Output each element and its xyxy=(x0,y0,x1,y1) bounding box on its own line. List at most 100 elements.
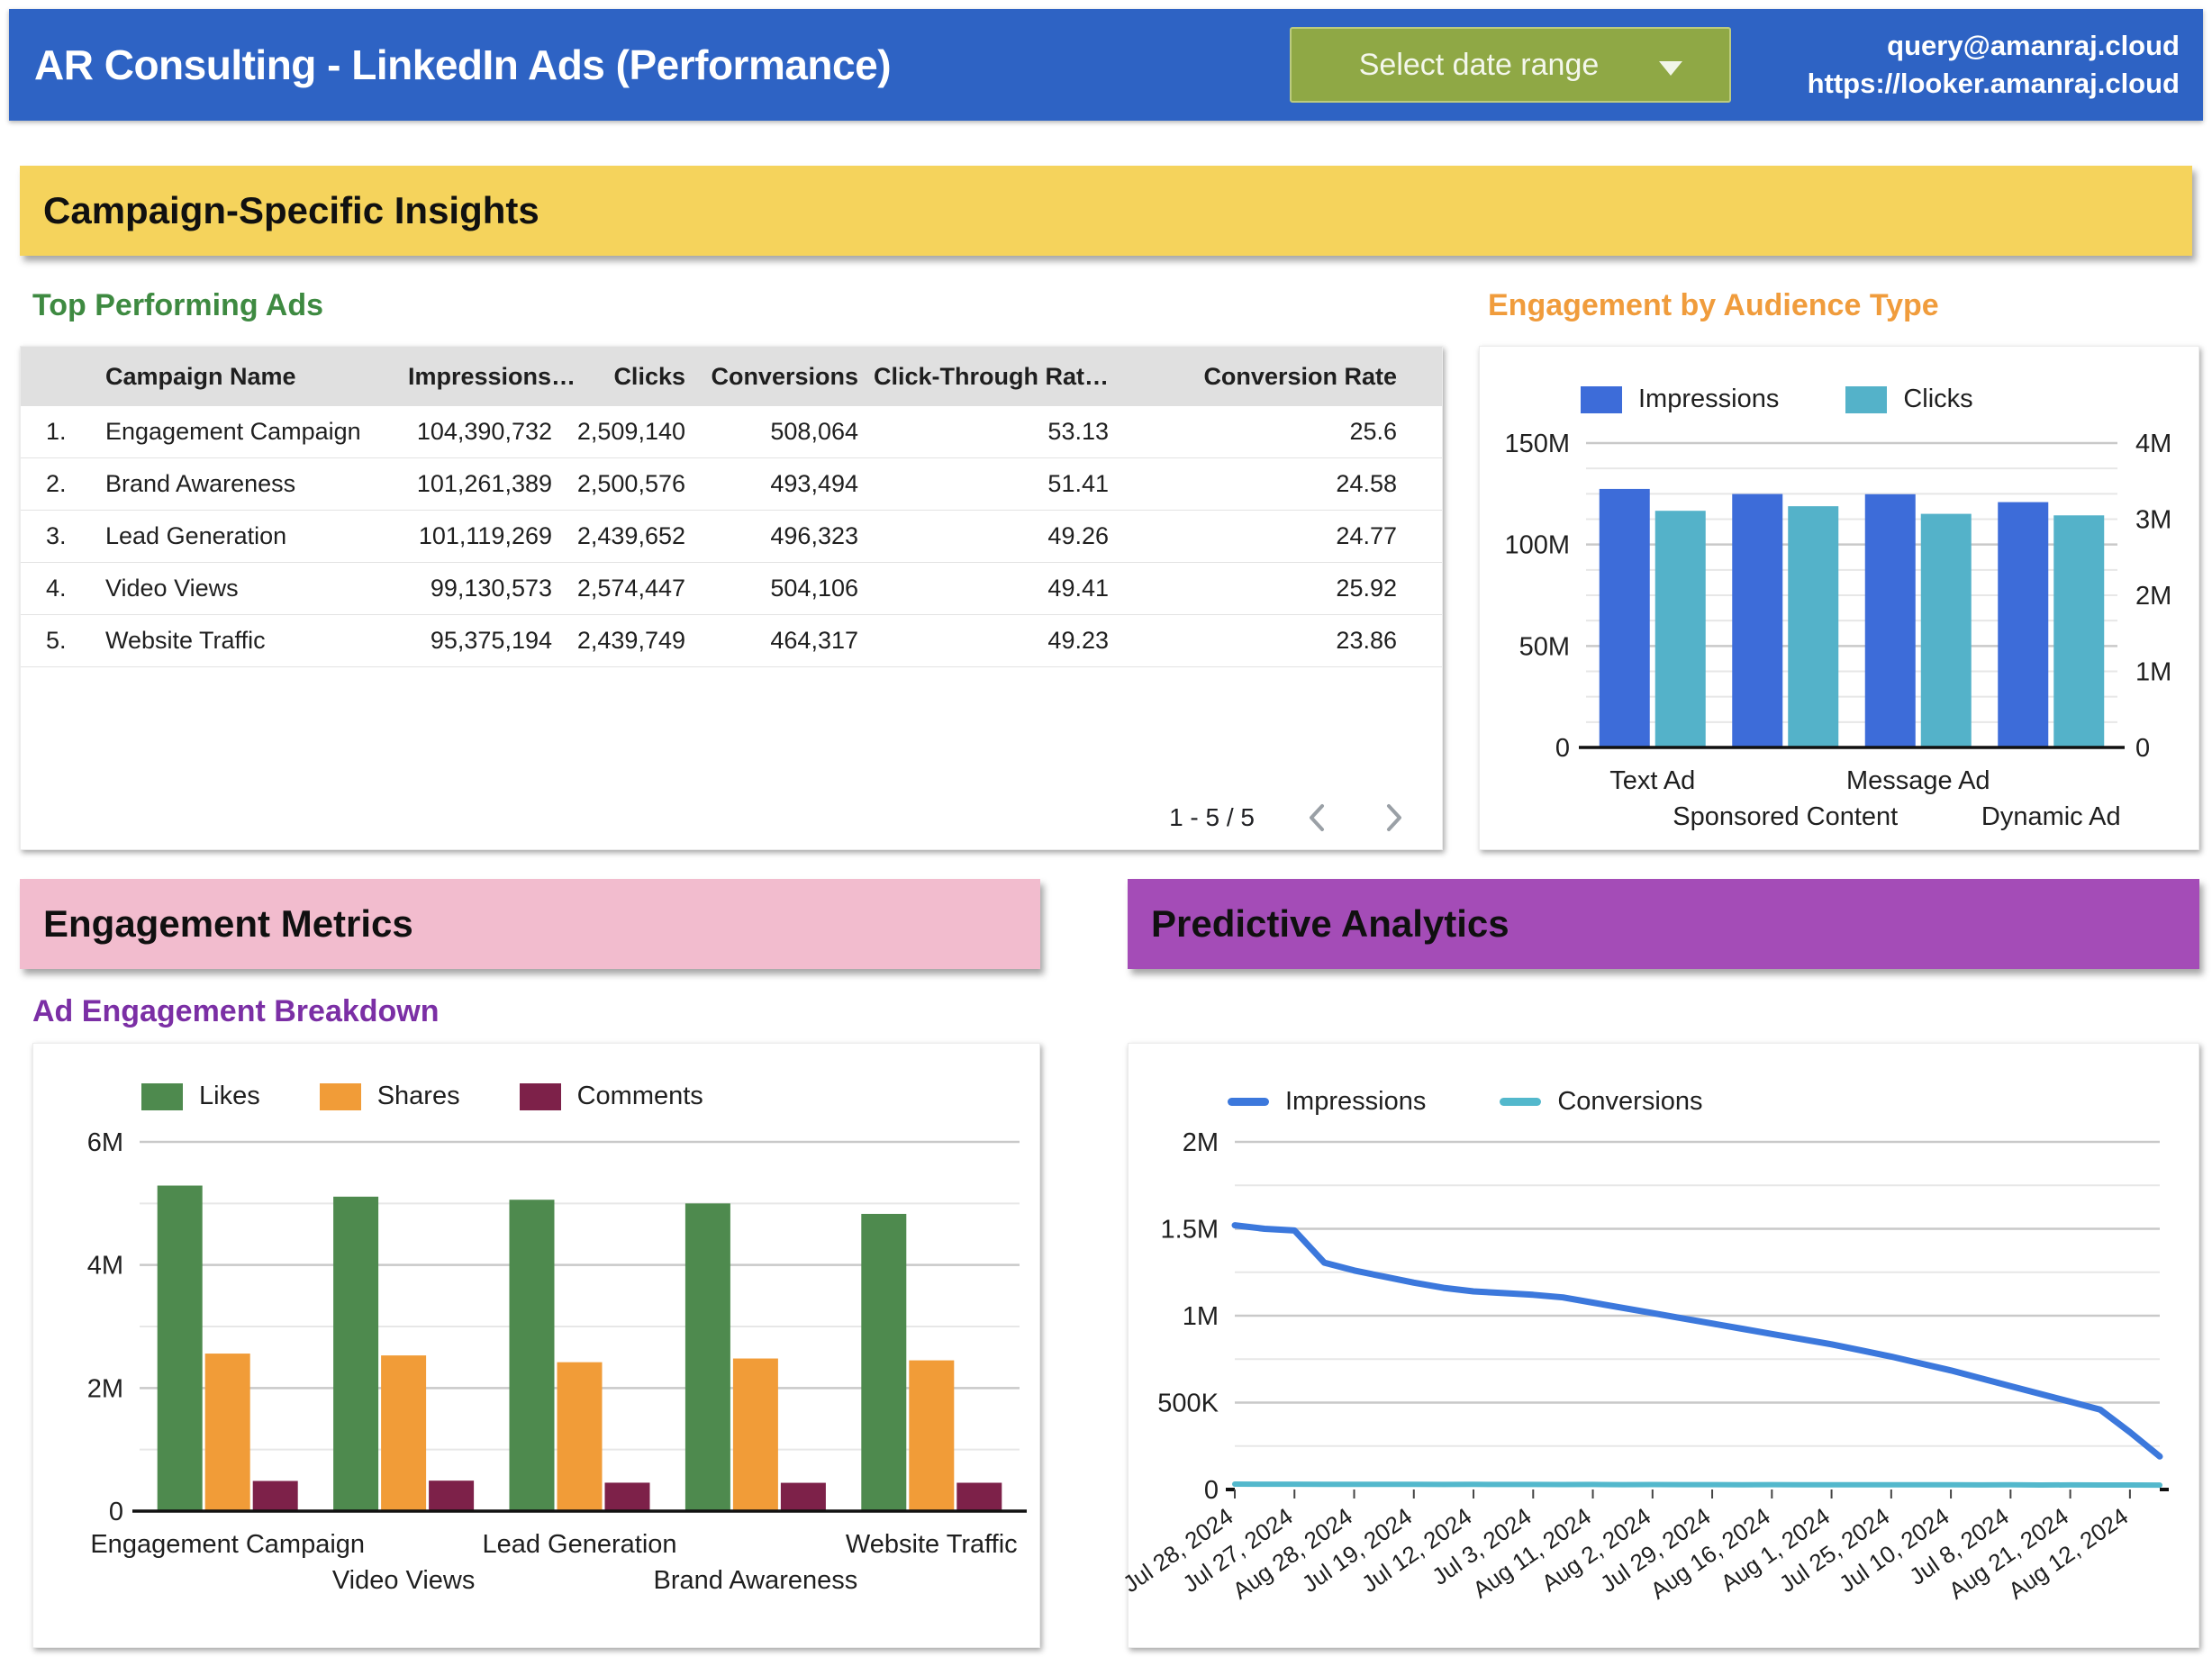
impressions-cell: 95,375,194 xyxy=(408,627,552,655)
svg-text:1M: 1M xyxy=(1183,1302,1219,1331)
impressions-cell: 101,119,269 xyxy=(408,522,552,550)
conversion-rate-cell: 24.58 xyxy=(1109,470,1424,498)
section-banner-engagement: Engagement Metrics xyxy=(20,879,1040,969)
chevron-down-icon xyxy=(1659,61,1682,76)
table-title: Top Performing Ads xyxy=(32,288,323,323)
svg-text:1M: 1M xyxy=(2135,658,2171,687)
bar-impressions-0 xyxy=(1600,489,1650,747)
row-number: 5. xyxy=(39,627,105,655)
section-banner-engagement-label: Engagement Metrics xyxy=(43,902,413,946)
legend-swatch xyxy=(320,1083,361,1110)
audience-chart: 050M100M150M01M2M3M4MText AdSponsored Co… xyxy=(1480,420,2200,843)
table-header-row: Campaign NameImpressions…ClicksConversio… xyxy=(21,347,1442,406)
bar-likes-0 xyxy=(158,1186,203,1511)
legend-item-likes: Likes xyxy=(141,1082,260,1111)
legend-label: Shares xyxy=(377,1082,460,1111)
bar-shares-4 xyxy=(909,1361,954,1511)
table-row[interactable]: 2.Brand Awareness101,261,3892,500,576493… xyxy=(21,458,1442,511)
bar-shares-3 xyxy=(733,1359,778,1511)
clicks-cell: 2,509,140 xyxy=(552,418,685,446)
svg-text:2M: 2M xyxy=(2135,582,2171,611)
legend-swatch xyxy=(1581,386,1622,413)
bar-shares-0 xyxy=(205,1354,250,1511)
predictive-chart: 0500K1M1.5M2MJul 28, 2024Jul 27, 2024Aug… xyxy=(1129,1120,2200,1625)
pagination-prev-button[interactable] xyxy=(1305,801,1330,835)
header-url: https://looker.amanraj.cloud xyxy=(1808,65,2180,103)
column-header: Conversions xyxy=(685,363,858,391)
legend-label: Clicks xyxy=(1903,385,1972,414)
predictive-chart-card: ImpressionsConversions 0500K1M1.5M2MJul … xyxy=(1128,1043,2199,1648)
bar-shares-2 xyxy=(558,1363,603,1511)
column-header: Click-Through Rat… xyxy=(858,363,1109,391)
bar-comments-2 xyxy=(605,1482,650,1511)
legend-swatch xyxy=(520,1083,561,1110)
campaign-name-cell: Engagement Campaign xyxy=(105,418,408,446)
legend-swatch xyxy=(1500,1098,1541,1106)
bar-clicks-2 xyxy=(1921,514,1972,747)
category-label: Engagement Campaign xyxy=(90,1530,365,1559)
bar-impressions-2 xyxy=(1865,494,1916,747)
breakdown-chart-card: LikesSharesComments 02M4M6MEngagement Ca… xyxy=(32,1043,1040,1648)
bar-comments-1 xyxy=(429,1480,474,1511)
predictive-legend: ImpressionsConversions xyxy=(1228,1087,2198,1117)
impressions-cell: 99,130,573 xyxy=(408,575,552,602)
breakdown-legend: LikesSharesComments xyxy=(141,1082,1039,1111)
impressions-cell: 104,390,732 xyxy=(408,418,552,446)
header-bar: AR Consulting - LinkedIn Ads (Performanc… xyxy=(9,9,2203,121)
legend-label: Likes xyxy=(199,1082,260,1111)
campaign-name-cell: Video Views xyxy=(105,575,408,602)
line-impressions xyxy=(1235,1226,2160,1457)
table-row[interactable]: 4.Video Views99,130,5732,574,447504,1064… xyxy=(21,563,1442,615)
svg-text:2M: 2M xyxy=(87,1374,123,1403)
table-body: 1.Engagement Campaign104,390,7322,509,14… xyxy=(21,406,1442,667)
legend-swatch xyxy=(1845,386,1887,413)
bar-clicks-0 xyxy=(1655,511,1706,747)
conversion-rate-cell: 24.77 xyxy=(1109,522,1424,550)
pagination-label: 1 - 5 / 5 xyxy=(1169,803,1255,832)
svg-text:1.5M: 1.5M xyxy=(1161,1216,1219,1245)
svg-text:100M: 100M xyxy=(1504,531,1570,560)
table-row[interactable]: 1.Engagement Campaign104,390,7322,509,14… xyxy=(21,406,1442,458)
table-row[interactable]: 3.Lead Generation101,119,2692,439,652496… xyxy=(21,511,1442,563)
audience-chart-title: Engagement by Audience Type xyxy=(1488,288,1939,323)
header-contact: query@amanraj.cloud https://looker.amanr… xyxy=(1808,27,2180,103)
svg-text:4M: 4M xyxy=(87,1252,123,1281)
ctr-cell: 49.23 xyxy=(858,627,1109,655)
conversions-cell: 493,494 xyxy=(685,470,858,498)
svg-text:50M: 50M xyxy=(1519,632,1570,661)
legend-item-clicks: Clicks xyxy=(1845,385,1972,414)
svg-text:150M: 150M xyxy=(1504,430,1570,458)
legend-item-shares: Shares xyxy=(320,1082,460,1111)
conversions-cell: 496,323 xyxy=(685,522,858,550)
bar-likes-4 xyxy=(861,1214,906,1511)
conversions-cell: 508,064 xyxy=(685,418,858,446)
category-label: Lead Generation xyxy=(482,1530,676,1559)
conversion-rate-cell: 25.92 xyxy=(1109,575,1424,602)
legend-item-conversions: Conversions xyxy=(1500,1087,1702,1117)
svg-text:6M: 6M xyxy=(87,1128,123,1157)
conversion-rate-cell: 23.86 xyxy=(1109,627,1424,655)
bar-comments-3 xyxy=(781,1483,826,1511)
svg-text:3M: 3M xyxy=(2135,506,2171,535)
date-range-selector[interactable]: Select date range xyxy=(1290,27,1731,103)
bar-clicks-1 xyxy=(1788,506,1838,747)
column-header: Clicks xyxy=(552,363,685,391)
table-row[interactable]: 5.Website Traffic95,375,1942,439,749464,… xyxy=(21,615,1442,667)
bar-likes-3 xyxy=(685,1203,730,1511)
bar-comments-4 xyxy=(956,1482,1002,1511)
legend-item-impressions: Impressions xyxy=(1581,385,1779,414)
row-number: 3. xyxy=(39,522,105,550)
campaign-name-cell: Brand Awareness xyxy=(105,470,408,498)
clicks-cell: 2,500,576 xyxy=(552,470,685,498)
audience-chart-card: ImpressionsClicks 050M100M150M01M2M3M4MT… xyxy=(1479,346,2199,850)
pagination-next-button[interactable] xyxy=(1381,801,1406,835)
svg-text:0: 0 xyxy=(2135,734,2150,763)
clicks-cell: 2,439,652 xyxy=(552,522,685,550)
pagination: 1 - 5 / 5 xyxy=(1169,801,1406,835)
legend-swatch xyxy=(141,1083,183,1110)
line-conversions xyxy=(1235,1484,2160,1485)
column-header: Conversion Rate xyxy=(1109,363,1424,391)
section-banner-predictive: Predictive Analytics xyxy=(1128,879,2199,969)
top-performing-ads-table: Campaign NameImpressions…ClicksConversio… xyxy=(20,346,1443,850)
section-banner-campaign: Campaign-Specific Insights xyxy=(20,166,2192,256)
